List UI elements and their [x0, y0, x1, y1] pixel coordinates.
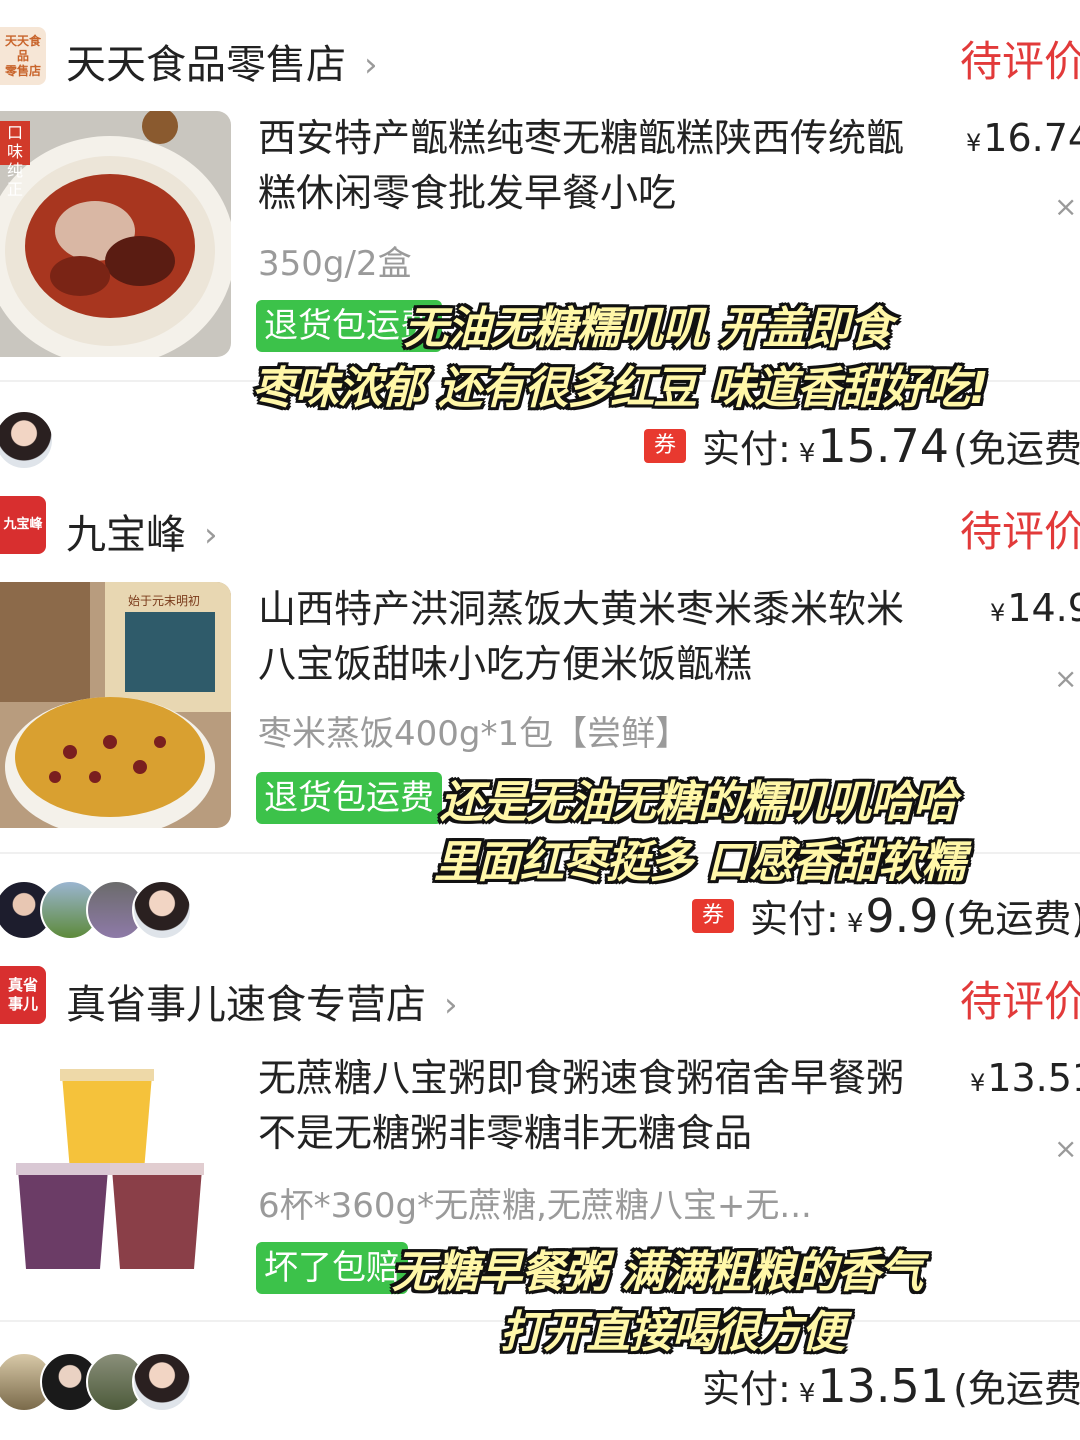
payment-summary: 券 实付: ¥ 9.9 (免运费) — [692, 888, 1080, 943]
avatar — [0, 410, 54, 470]
chevron-right-icon: › — [444, 985, 458, 1025]
order-status: 待评价 — [960, 977, 1080, 1026]
order-list: 天天食品 零售店 天天食品零售店 › 待评价 口味 纯正 西安特产甑糕纯枣无糖甑糕… — [0, 0, 1080, 1440]
shop-logo[interactable]: 真省 事儿 — [0, 966, 46, 1024]
product-thumbnail[interactable]: 始于元末明初 — [0, 582, 231, 828]
product-title[interactable]: 山西特产洪洞蒸饭大黄米枣米黍米软米八宝饭甜味小吃方便米饭甑糕 — [258, 582, 918, 692]
shop-logo[interactable]: 九宝峰 — [0, 496, 46, 554]
payment-summary: 券 实付: ¥ 15.74 (免运费) — [644, 418, 1080, 473]
payment-amount: 9.9 — [865, 889, 939, 943]
service-tag: 退货包运费 — [256, 772, 442, 824]
avatar — [132, 880, 192, 940]
buyer-avatars[interactable] — [0, 880, 204, 940]
product-spec: 6杯*360g*无蔗糖,无蔗糖八宝+无... — [258, 1186, 812, 1226]
order-status: 待评价 — [960, 507, 1080, 556]
product-price: ¥16.74 — [966, 116, 1080, 160]
shipping-note: (免运费) — [953, 1367, 1080, 1411]
product-spec: 枣米蒸饭400g*1包【尝鲜】 — [258, 714, 690, 754]
quantity: × — [1054, 190, 1078, 223]
buyer-avatars[interactable] — [0, 1352, 204, 1412]
product-title[interactable]: 无蔗糖八宝粥即食粥速食粥宿舍早餐粥不是无糖粥非零糖非无糖食品 — [258, 1051, 918, 1161]
quantity: × — [1054, 1132, 1078, 1165]
payment-label: 实付: — [750, 897, 839, 941]
product-thumbnail[interactable]: 口味 纯正 — [0, 111, 231, 357]
shop-name: 真省事儿速食专营店 — [66, 982, 426, 1028]
product-thumbnail[interactable] — [0, 1051, 231, 1297]
price-value: 16.74 — [983, 116, 1080, 160]
price-value: 14.9 — [1007, 586, 1080, 630]
coupon-badge: 券 — [692, 898, 734, 933]
payment-label: 实付: — [702, 427, 791, 471]
product-image — [0, 582, 231, 828]
product-image — [0, 111, 231, 357]
order-card: 真省 事儿 真省事儿速食专营店 › 待评价 无蔗糖八宝粥即食粥速食粥宿舍早餐粥不是… — [0, 940, 1080, 1440]
payment-summary: 实付: ¥ 13.51 (免运费) — [702, 1358, 1080, 1413]
shop-name-link[interactable]: 天天食品零售店 › — [66, 32, 378, 90]
product-image — [0, 1051, 231, 1297]
shop-logo[interactable]: 天天食品 零售店 — [0, 27, 46, 85]
price-currency: ¥ — [970, 1069, 986, 1097]
order-status: 待评价 — [960, 37, 1080, 86]
caption-line: 里面红枣挺多 口感香甜软糯 — [434, 837, 965, 888]
shop-name-link[interactable]: 九宝峰 › — [66, 502, 218, 560]
product-title[interactable]: 西安特产甑糕纯枣无糖甑糕陕西传统甑糕休闲零食批发早餐小吃 — [258, 111, 918, 221]
payment-label: 实付: — [702, 1367, 791, 1411]
avatar — [132, 1352, 192, 1412]
price-currency: ¥ — [990, 599, 1006, 627]
product-price: ¥14.9 — [990, 586, 1080, 630]
caption-line: 无油无糖糯叽叽 开盖即食 — [404, 303, 892, 354]
shop-name: 九宝峰 — [66, 512, 186, 558]
thumb-label: 口味 纯正 — [6, 123, 23, 199]
shipping-note: (免运费) — [953, 427, 1080, 471]
price-currency: ¥ — [966, 129, 982, 157]
chevron-right-icon: › — [364, 45, 378, 85]
payment-amount: 13.51 — [817, 1359, 950, 1413]
coupon-badge: 券 — [644, 428, 686, 463]
payment-amount: 15.74 — [817, 419, 950, 473]
caption-line: 打开直接喝很方便 — [500, 1307, 845, 1358]
service-tag: 坏了包赔 — [256, 1242, 408, 1294]
caption-line: 还是无油无糖的糯叽叽哈哈 — [440, 777, 957, 828]
caption-line: 枣味浓郁 还有很多红豆 味道香甜好吃! — [252, 363, 989, 414]
payment-currency: ¥ — [798, 1379, 816, 1409]
price-value: 13.51 — [987, 1056, 1080, 1100]
payment-currency: ¥ — [798, 439, 816, 469]
product-spec: 350g/2盒 — [258, 244, 412, 284]
buyer-avatars[interactable] — [0, 410, 54, 470]
chevron-right-icon: › — [204, 515, 218, 555]
order-card: 九宝峰 九宝峰 › 待评价 始于元末明初 山西特产洪洞蒸饭大黄米枣米黍米软米八宝… — [0, 470, 1080, 943]
product-price: ¥13.51 — [970, 1056, 1080, 1100]
shop-name-link[interactable]: 真省事儿速食专营店 › — [66, 972, 458, 1030]
order-card: 天天食品 零售店 天天食品零售店 › 待评价 口味 纯正 西安特产甑糕纯枣无糖甑糕… — [0, 0, 1080, 473]
thumb-label: 始于元末明初 — [128, 594, 201, 608]
quantity: × — [1054, 662, 1078, 695]
payment-currency: ¥ — [846, 909, 864, 939]
caption-line: 无糖早餐粥 满满粗粮的香气 — [392, 1247, 923, 1298]
shop-name: 天天食品零售店 — [66, 42, 346, 88]
shipping-note: (免运费) — [942, 897, 1080, 941]
